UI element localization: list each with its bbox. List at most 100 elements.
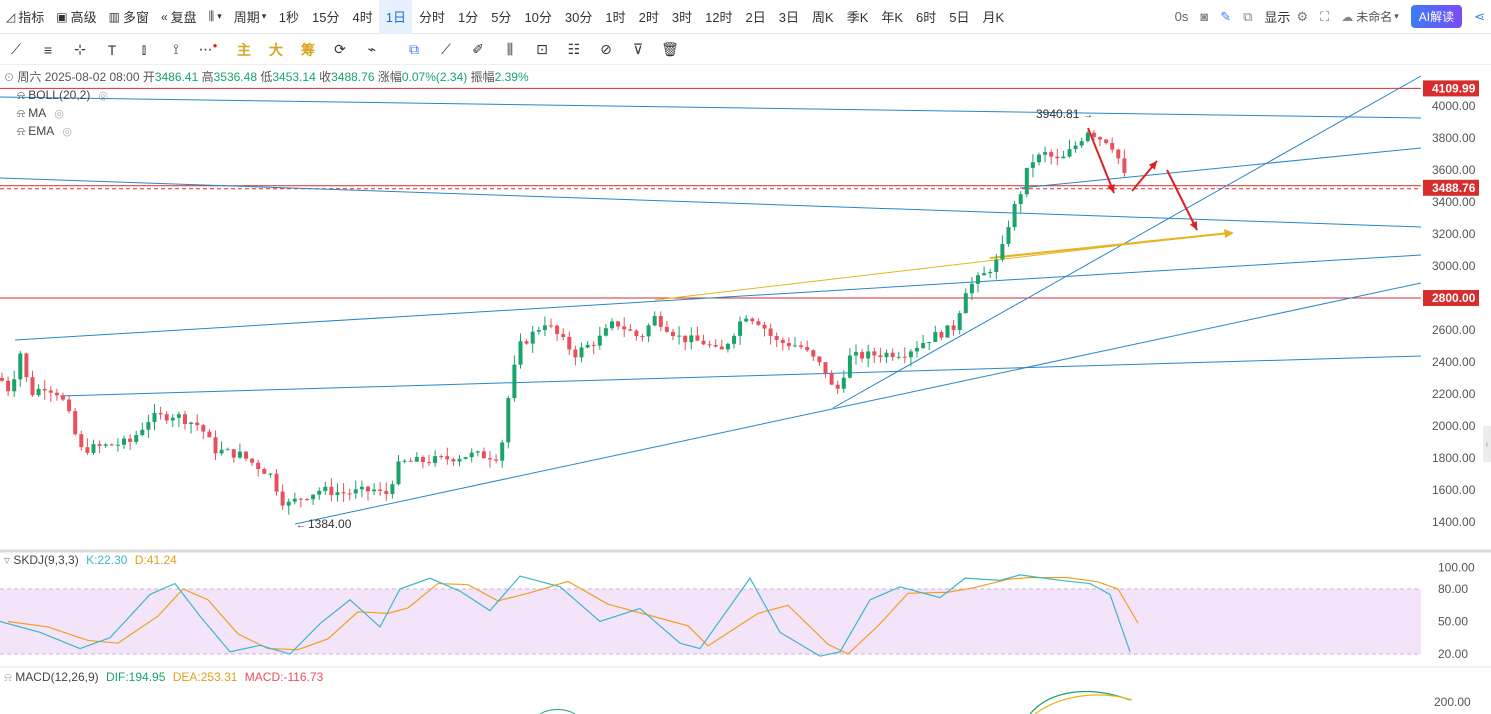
- candle-body: [109, 444, 114, 446]
- candle-body: [530, 331, 535, 344]
- candle-body: [359, 486, 364, 490]
- candle-body: [378, 489, 383, 491]
- candle-body: [1116, 149, 1121, 159]
- macd-dif-line: [1029, 690, 1131, 714]
- skdj-d-value: D:41.24: [134, 553, 177, 567]
- candle-body: [146, 422, 151, 430]
- candle-body: [994, 259, 999, 273]
- candle-body: [872, 351, 877, 356]
- candle-body: [463, 457, 468, 459]
- y-axis-tick: 1600.00: [1432, 483, 1476, 497]
- candle-body: [683, 335, 688, 343]
- candle-body: [823, 362, 828, 374]
- candle-body: [140, 429, 145, 436]
- candle-body: [372, 489, 377, 492]
- candle-body: [274, 473, 279, 492]
- kline-chart[interactable]: 4000.00 3800.00 3600.00 3400.00 3200.00 3000.…: [0, 0, 1491, 714]
- candle-body: [561, 334, 566, 337]
- candle-body: [982, 273, 987, 276]
- candle-body: [847, 355, 852, 378]
- candle-body: [701, 340, 706, 345]
- candle-body: [1000, 243, 1005, 260]
- candle-body: [1067, 149, 1072, 157]
- candle-body: [536, 330, 541, 332]
- candle-body: [835, 384, 840, 389]
- support-price-tag-text: 2800.00: [1432, 291, 1476, 305]
- candle-body: [176, 414, 181, 418]
- bell-icon: ⍾: [17, 124, 25, 138]
- candle-body: [512, 364, 517, 399]
- collapse-icon[interactable]: ⍾: [4, 670, 12, 684]
- skdj-label-row: ▿ SKDJ(9,3,3) K:22.30 D:41.24: [4, 553, 177, 567]
- skdj-axis-tick: 50.00: [1438, 615, 1468, 629]
- candle-body: [780, 339, 785, 344]
- panel-expand-handle[interactable]: ‹: [1483, 426, 1491, 462]
- current-price-tag-text: 3488.76: [1432, 181, 1476, 195]
- red-arrow: [1166, 169, 1198, 231]
- candle-body: [915, 347, 919, 352]
- candle-body: [396, 461, 401, 485]
- candle-body: [97, 444, 102, 446]
- candle-body: [128, 438, 133, 442]
- candle-body: [945, 325, 950, 338]
- candle-body: [158, 412, 163, 415]
- candle-body: [890, 352, 895, 358]
- candle-body: [908, 351, 913, 358]
- candle-body: [219, 449, 224, 454]
- candle-body: [329, 486, 334, 496]
- candle-body: [1085, 132, 1090, 142]
- candle-body: [311, 494, 316, 500]
- candle-body: [433, 456, 438, 464]
- candle-body: [646, 325, 651, 337]
- candle-body: [744, 318, 749, 322]
- ma-indicator-label[interactable]: ⍾ MA ◎: [17, 106, 64, 121]
- candle-body: [317, 490, 322, 495]
- macd-axis-tick: 200.00: [1434, 695, 1471, 709]
- candle-body: [323, 486, 328, 491]
- candle-body: [957, 313, 962, 331]
- eye-icon[interactable]: ◎: [98, 90, 108, 102]
- collapse-icon[interactable]: ▿: [4, 553, 10, 567]
- ema-indicator-label[interactable]: ⍾ EMA ◎: [17, 124, 72, 139]
- candle-body: [85, 447, 90, 453]
- candle-body: [933, 332, 938, 342]
- candle-body: [292, 498, 297, 502]
- trend-line: [0, 96, 1422, 119]
- candle-body: [884, 352, 889, 358]
- eye-icon[interactable]: ◎: [54, 108, 64, 120]
- candle-body: [732, 335, 736, 344]
- candle-body: [878, 355, 883, 358]
- candle-body: [542, 325, 547, 331]
- candle-body: [786, 343, 791, 347]
- candle-body: [671, 331, 675, 337]
- trend-line: [1019, 147, 1422, 189]
- eye-icon[interactable]: ◎: [62, 126, 72, 138]
- candle-body: [488, 458, 492, 460]
- y-axis-tick: 2600.00: [1432, 323, 1476, 337]
- candle-body: [189, 422, 194, 425]
- candle-body: [1110, 143, 1115, 150]
- candle-body: [402, 460, 407, 462]
- candle-body: [774, 335, 779, 340]
- candle-body: [366, 486, 370, 492]
- candle-body: [457, 458, 462, 462]
- candle-body: [695, 335, 700, 341]
- bell-icon: ⍾: [17, 106, 25, 120]
- candle-body: [225, 449, 230, 451]
- candle-body: [73, 411, 78, 435]
- candle-body: [707, 344, 712, 346]
- candle-body: [237, 451, 242, 458]
- low-marker-arrow: ←: [296, 520, 306, 531]
- candle-body: [738, 321, 743, 336]
- candle-body: [469, 452, 474, 458]
- macd-label-row: ⍾ MACD(12,26,9) DIF:194.95 DEA:253.31 MA…: [4, 670, 323, 685]
- candle-body: [439, 456, 444, 458]
- candle-body: [231, 449, 236, 458]
- candle-body: [268, 473, 273, 475]
- boll-indicator-label[interactable]: ⍾ BOLL(20,2) ◎: [17, 88, 108, 103]
- candle-body: [36, 388, 41, 396]
- candle-body: [927, 341, 932, 343]
- skdj-axis-tick: 80.00: [1438, 582, 1468, 596]
- y-axis-tick: 1400.00: [1432, 515, 1476, 529]
- candle-body: [750, 318, 755, 322]
